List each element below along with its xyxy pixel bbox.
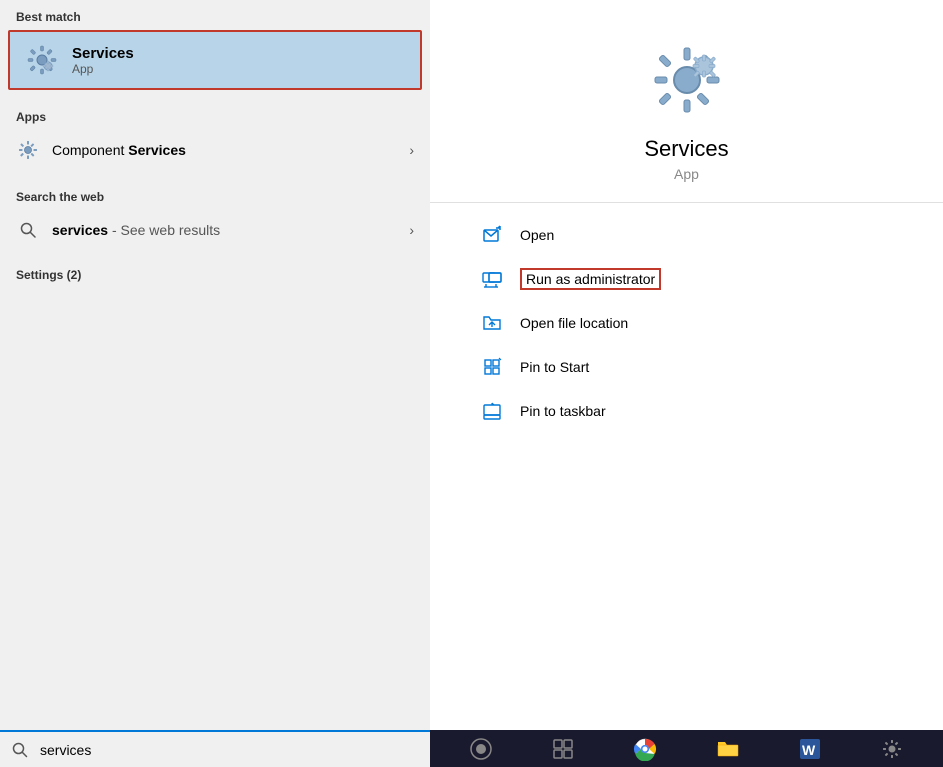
open-file-location-icon xyxy=(480,311,504,335)
settings-button[interactable] xyxy=(878,735,906,763)
taskbar-search[interactable]: services xyxy=(0,730,430,767)
action-list: Open Run as administrator xyxy=(430,203,943,443)
open-label: Open xyxy=(520,227,554,243)
pin-to-start-icon xyxy=(480,355,504,379)
run-as-admin-label: Run as administrator xyxy=(520,268,661,290)
action-open-file-location[interactable]: Open file location xyxy=(430,301,943,345)
best-match-label: Best match xyxy=(0,0,430,30)
web-arrow: › xyxy=(409,222,414,238)
file-explorer-button[interactable] xyxy=(714,735,742,763)
action-pin-to-start[interactable]: Pin to Start xyxy=(430,345,943,389)
web-search-text: services - See web results xyxy=(52,222,409,238)
apps-section: Apps xyxy=(0,100,430,170)
settings-label: Settings (2) xyxy=(0,258,430,288)
taskbar-search-text: services xyxy=(40,742,91,758)
cortana-button[interactable] xyxy=(467,735,495,763)
component-services-item[interactable]: Component Services › xyxy=(0,130,430,170)
app-detail-icon xyxy=(647,40,727,120)
component-services-arrow: › xyxy=(409,142,414,158)
task-view-button[interactable] xyxy=(549,735,577,763)
svg-text:W: W xyxy=(802,742,816,758)
settings-section: Settings (2) xyxy=(0,258,430,288)
left-panel: Best match xyxy=(0,0,430,730)
taskbar-search-icon xyxy=(10,740,30,760)
app-detail-subtitle: App xyxy=(674,166,699,182)
word-button[interactable]: W xyxy=(796,735,824,763)
best-match-text: Services App xyxy=(72,45,134,76)
pin-to-taskbar-label: Pin to taskbar xyxy=(520,403,606,419)
apps-label: Apps xyxy=(0,100,430,130)
web-search-label: Search the web xyxy=(0,180,430,210)
right-panel: Services App Open xyxy=(430,0,943,730)
action-open[interactable]: Open xyxy=(430,213,943,257)
pin-to-taskbar-icon xyxy=(480,399,504,423)
search-icon xyxy=(16,218,40,242)
app-detail-title: Services xyxy=(644,136,728,162)
app-detail-header: Services App xyxy=(430,0,943,203)
web-search-item[interactable]: services - See web results › xyxy=(0,210,430,250)
component-services-label: Component Services xyxy=(52,142,409,158)
chrome-button[interactable] xyxy=(631,735,659,763)
best-match-item[interactable]: Services App xyxy=(8,30,422,90)
best-match-subtitle: App xyxy=(72,62,134,76)
open-file-location-label: Open file location xyxy=(520,315,628,331)
action-pin-to-taskbar[interactable]: Pin to taskbar xyxy=(430,389,943,433)
run-as-admin-icon xyxy=(480,267,504,291)
action-run-as-admin[interactable]: Run as administrator xyxy=(430,257,943,301)
component-services-icon xyxy=(16,138,40,162)
taskbar-icons: W xyxy=(430,735,943,763)
best-match-title: Services xyxy=(72,45,134,62)
services-icon xyxy=(24,42,60,78)
pin-to-start-label: Pin to Start xyxy=(520,359,589,375)
web-section: Search the web services - See web result… xyxy=(0,180,430,250)
open-icon xyxy=(480,223,504,247)
taskbar: services xyxy=(0,730,943,767)
